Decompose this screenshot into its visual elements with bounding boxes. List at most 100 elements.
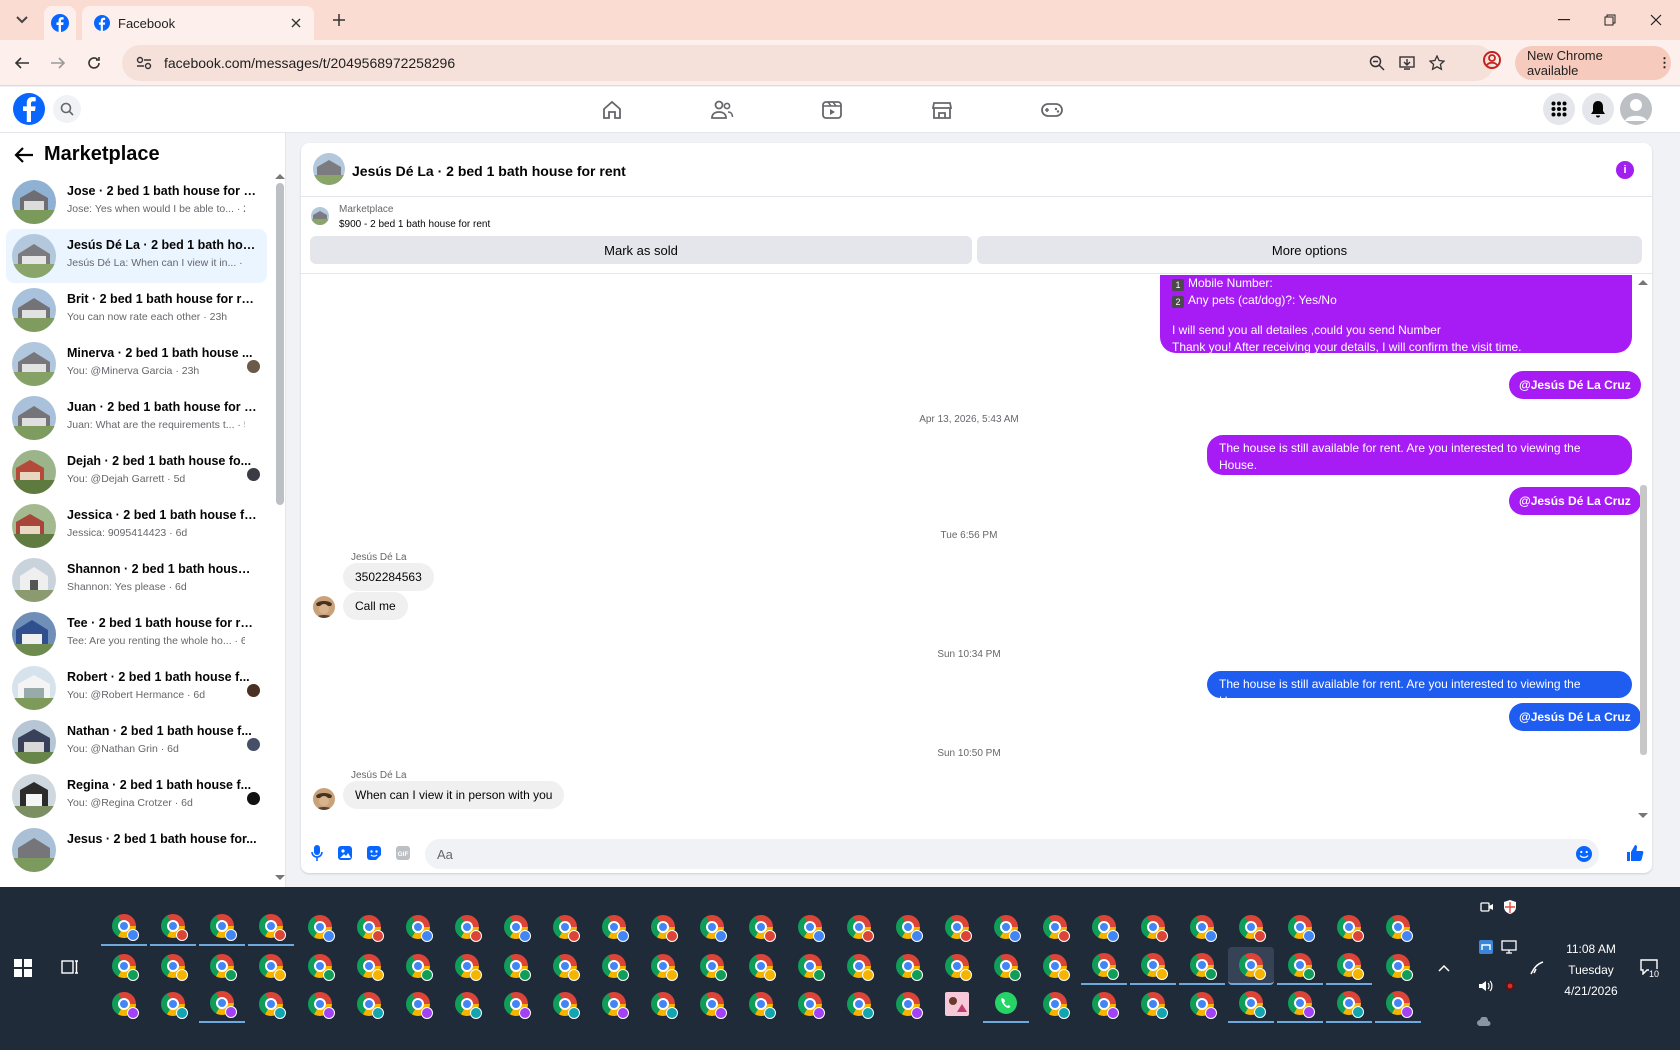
scroll-up-arrow-icon[interactable]: [275, 173, 285, 179]
chrome-profile-icon[interactable]: [444, 908, 490, 946]
chrome-profile-icon[interactable]: [1179, 947, 1225, 985]
chrome-profile-icon[interactable]: [738, 908, 784, 946]
microphone-icon[interactable]: [307, 843, 327, 863]
chrome-profile-icon[interactable]: [1326, 985, 1372, 1023]
chrome-profile-icon[interactable]: [297, 947, 343, 985]
recording-indicator-icon[interactable]: [1504, 980, 1516, 992]
chrome-profile-icon[interactable]: [787, 947, 833, 985]
chrome-profile-icon[interactable]: [983, 947, 1029, 985]
chrome-profile-icon[interactable]: [689, 947, 735, 985]
conversation-item[interactable]: Juan · 2 bed 1 bath house for rent Juan:…: [6, 391, 267, 445]
star-icon[interactable]: [1427, 53, 1447, 73]
chrome-profile-icon[interactable]: [248, 947, 294, 985]
chrome-profile-icon[interactable]: [346, 947, 392, 985]
bell-icon[interactable]: [1582, 93, 1614, 125]
scroll-down-arrow-icon[interactable]: [275, 875, 285, 881]
chrome-profile-icon[interactable]: [297, 908, 343, 946]
chrome-profile-icon[interactable]: [738, 947, 784, 985]
tab-search-icon[interactable]: [10, 9, 34, 31]
scroll-up-arrow-icon[interactable]: [1638, 279, 1648, 285]
facebook-logo-icon[interactable]: [13, 93, 45, 125]
conversation-item[interactable]: Nathan · 2 bed 1 bath house f... You: @N…: [6, 715, 267, 769]
site-info-icon[interactable]: [136, 56, 152, 70]
chrome-profile-icon[interactable]: [836, 947, 882, 985]
sidebar-scrollbar[interactable]: [276, 183, 284, 505]
more-icon[interactable]: ⋮: [1658, 55, 1671, 71]
mark-as-sold-button[interactable]: Mark as sold: [310, 236, 972, 264]
chrome-profile-icon[interactable]: [1277, 908, 1323, 946]
chrome-profile-icon[interactable]: [101, 947, 147, 985]
outgoing-message[interactable]: The house is still available for rent. A…: [1207, 671, 1632, 708]
emoji-icon[interactable]: [1575, 845, 1593, 863]
chrome-profile-icon[interactable]: [1228, 985, 1274, 1023]
close-icon[interactable]: [286, 13, 306, 33]
notification-center-icon[interactable]: 10: [1640, 959, 1664, 979]
pen-ink-icon[interactable]: [1528, 959, 1546, 977]
conversation-item-selected[interactable]: Jesús Dé La · 2 bed 1 bath hous... Jesús…: [6, 229, 267, 283]
chrome-profile-icon[interactable]: [444, 947, 490, 985]
chrome-profile-icon[interactable]: [346, 985, 392, 1023]
chrome-profile-icon[interactable]: [101, 908, 147, 946]
taskbar-photo-app-icon[interactable]: [934, 985, 980, 1023]
conversation-item[interactable]: Tee · 2 bed 1 bath house for rent Tee: A…: [6, 607, 267, 661]
incoming-message[interactable]: 3502284563: [343, 563, 434, 591]
chrome-profile-icon[interactable]: [1179, 985, 1225, 1023]
chrome-profile-icon[interactable]: [1130, 947, 1176, 985]
home-icon[interactable]: [598, 97, 626, 123]
listing-avatar[interactable]: [313, 153, 345, 185]
chrome-profile-icon[interactable]: [297, 985, 343, 1023]
profile-icon[interactable]: [1482, 50, 1502, 70]
back-arrow-icon[interactable]: [14, 146, 34, 164]
minimize-icon[interactable]: [1554, 10, 1574, 30]
tab-facebook[interactable]: Facebook: [82, 6, 314, 40]
conversation-item[interactable]: Jose · 2 bed 1 bath house for rent Jose:…: [6, 175, 267, 229]
chrome-profile-icon[interactable]: [1375, 947, 1421, 985]
taskbar-clock[interactable]: 11:08 AM Tuesday 4/21/2026: [1548, 939, 1634, 1002]
sender-avatar[interactable]: [313, 788, 335, 810]
sender-avatar[interactable]: [313, 596, 335, 618]
conversation-item[interactable]: Robert · 2 bed 1 bath house f... You: @R…: [6, 661, 267, 715]
chrome-profile-icon[interactable]: [1277, 947, 1323, 985]
chrome-profile-icon[interactable]: [1032, 947, 1078, 985]
chrome-profile-icon[interactable]: [199, 908, 245, 946]
show-hidden-icons-chevron-icon[interactable]: [1438, 964, 1450, 972]
chrome-profile-icon[interactable]: [591, 908, 637, 946]
chrome-profile-icon[interactable]: [1228, 908, 1274, 946]
chrome-profile-icon[interactable]: [248, 908, 294, 946]
chrome-profile-icon[interactable]: [885, 947, 931, 985]
chrome-profile-icon[interactable]: [395, 908, 441, 946]
mention-tag[interactable]: @Jesús Dé La Cruz: [1509, 371, 1641, 399]
conversation-item[interactable]: Jessica · 2 bed 1 bath house for ... Jes…: [6, 499, 267, 553]
chrome-profile-icon[interactable]: [836, 908, 882, 946]
pinned-tab-facebook[interactable]: [44, 6, 76, 40]
chrome-profile-icon[interactable]: [640, 985, 686, 1023]
chrome-profile-icon[interactable]: [150, 908, 196, 946]
chrome-profile-icon[interactable]: [150, 985, 196, 1023]
new-tab-plus-icon[interactable]: [328, 9, 350, 31]
conversation-item[interactable]: Shannon · 2 bed 1 bath house f... Shanno…: [6, 553, 267, 607]
menu-grid-icon[interactable]: [1543, 93, 1575, 125]
windows-start-icon[interactable]: [14, 959, 34, 979]
chrome-profile-icon[interactable]: [346, 908, 392, 946]
chrome-profile-icon[interactable]: [689, 908, 735, 946]
chrome-profile-icon[interactable]: [836, 985, 882, 1023]
chrome-profile-icon[interactable]: [1375, 985, 1421, 1023]
outgoing-message[interactable]: 1 Mobile Number: 2 Any pets (cat/dog)?: Ye…: [1160, 275, 1632, 354]
forward-icon[interactable]: [46, 51, 70, 75]
conversation-item[interactable]: Regina · 2 bed 1 bath house f... You: @R…: [6, 769, 267, 823]
chrome-profile-icon[interactable]: [1081, 985, 1127, 1023]
chrome-profile-icon[interactable]: [1375, 908, 1421, 946]
video-icon[interactable]: [818, 97, 846, 123]
chrome-profile-icon[interactable]: [493, 947, 539, 985]
chrome-profile-icon[interactable]: [1277, 985, 1323, 1023]
chrome-profile-icon[interactable]: [542, 947, 588, 985]
incoming-message[interactable]: Call me: [343, 592, 408, 620]
chrome-profile-icon[interactable]: [1326, 947, 1372, 985]
chrome-profile-icon[interactable]: [1130, 908, 1176, 946]
zoom-icon[interactable]: [1367, 53, 1387, 73]
close-window-icon[interactable]: [1646, 10, 1666, 30]
gif-icon[interactable]: GIF: [393, 843, 413, 863]
message-scrollbar[interactable]: [1640, 485, 1647, 755]
meet-now-icon[interactable]: [1480, 900, 1494, 914]
chrome-profile-icon[interactable]: [640, 908, 686, 946]
